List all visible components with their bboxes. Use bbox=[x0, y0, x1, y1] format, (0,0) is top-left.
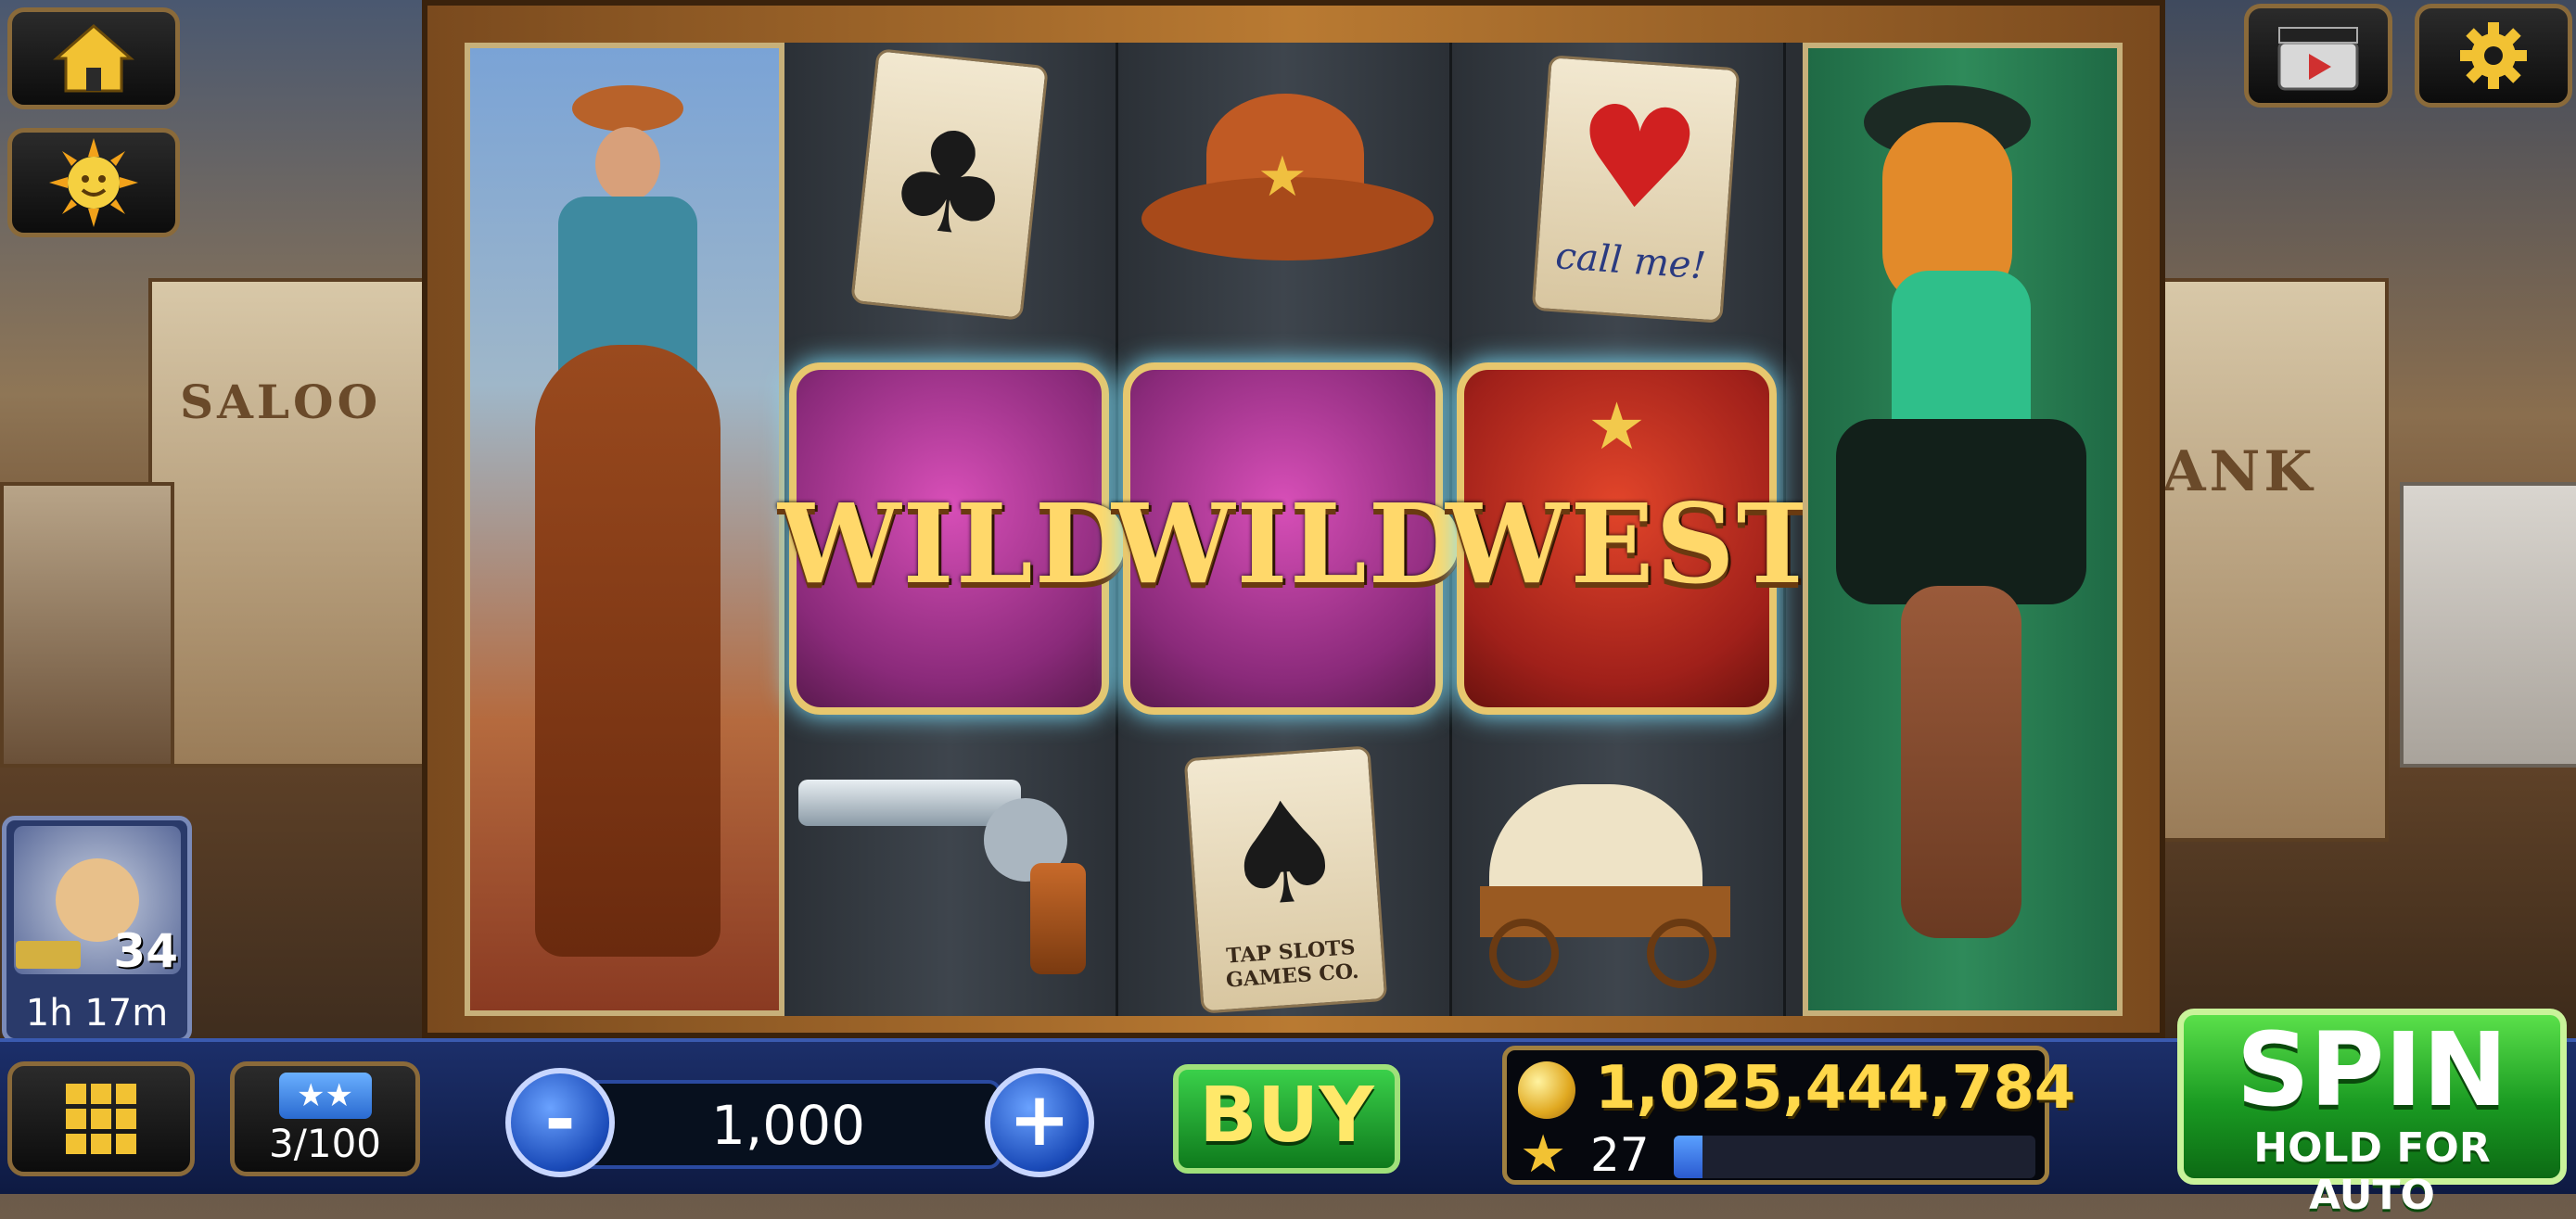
buy-button[interactable]: BUY bbox=[1173, 1064, 1400, 1174]
left-house bbox=[0, 482, 174, 768]
spin-label: SPIN bbox=[2236, 1010, 2508, 1129]
clubs-symbol: ♣ bbox=[879, 97, 1020, 272]
grid-menu-icon bbox=[66, 1084, 136, 1154]
home-icon bbox=[53, 24, 134, 93]
wild-tile: WILD bbox=[778, 362, 1129, 715]
settings-button[interactable] bbox=[2415, 4, 2572, 108]
wagon-wheel bbox=[1647, 919, 1716, 988]
saloon-girl-panel bbox=[1803, 43, 2123, 1016]
star-progress-bar bbox=[1674, 1136, 2035, 1178]
video-clapper-icon bbox=[2277, 27, 2359, 91]
star-icon: ★ bbox=[1520, 1124, 1567, 1185]
bank-building: ANK bbox=[2140, 278, 2389, 842]
clubs-card-icon: ♣ bbox=[850, 48, 1049, 321]
cowboy-hat-icon bbox=[572, 85, 683, 132]
menu-grid-button[interactable] bbox=[7, 1061, 195, 1176]
sheriff-star-icon: ★ bbox=[1257, 145, 1307, 210]
spin-sublabel: HOLD FOR AUTO bbox=[2253, 1124, 2491, 1219]
revolver-grip bbox=[1030, 863, 1086, 974]
west-word: WEST bbox=[1446, 479, 1820, 608]
blue-gem-icon: ★★ bbox=[278, 1072, 372, 1119]
player-avatar-card[interactable]: 34 1h 17m bbox=[2, 816, 192, 1043]
cowboy-panel bbox=[465, 43, 784, 1016]
horse-icon bbox=[535, 345, 721, 957]
west-star-icon: ★ bbox=[1588, 388, 1646, 464]
heart-card-text: call me! bbox=[1554, 235, 1708, 288]
reel-area: ♣ ★ ♠ TAP SLOTS GAMES CO. ♥ call me! WIL… bbox=[465, 43, 2123, 1016]
collection-button[interactable]: ★★ 3/100 bbox=[230, 1061, 420, 1176]
revolver-barrel bbox=[798, 780, 1021, 826]
lady-skirt bbox=[1836, 419, 2086, 604]
wild-word: WILD bbox=[778, 479, 1132, 608]
lady-legs bbox=[1901, 586, 2021, 938]
cowboy-face bbox=[595, 127, 660, 201]
bet-decrease-button[interactable]: - bbox=[505, 1068, 615, 1177]
wild-word: WILD bbox=[1112, 479, 1466, 608]
wagon-icon bbox=[1466, 775, 1772, 997]
saloon-building: SALOO bbox=[148, 278, 434, 768]
right-house bbox=[2400, 482, 2576, 768]
coin-balance: 1,025,444,784 bbox=[1595, 1054, 2076, 1123]
bet-increase-button[interactable]: + bbox=[985, 1068, 1094, 1177]
bet-amount: 1,000 bbox=[575, 1080, 1001, 1169]
wild-tile: WILD bbox=[1112, 362, 1463, 715]
coin-icon bbox=[1518, 1061, 1575, 1119]
star-count: 27 bbox=[1590, 1128, 1650, 1182]
video-bonus-button[interactable] bbox=[2244, 4, 2392, 108]
wagon-wheel bbox=[1489, 919, 1559, 988]
spades-card-icon: ♠ TAP SLOTS GAMES CO. bbox=[1183, 745, 1388, 1014]
lady-corset bbox=[1892, 271, 2031, 438]
background-right: ANK bbox=[2140, 0, 2576, 1038]
card-brand-text: TAP SLOTS GAMES CO. bbox=[1225, 934, 1360, 993]
heart-symbol: ♥ bbox=[1570, 74, 1706, 245]
bonus-timer: 1h 17m bbox=[25, 992, 169, 1035]
sheriff-hat-icon: ★ bbox=[1141, 75, 1434, 298]
spin-button[interactable]: SPIN HOLD FOR AUTO bbox=[2177, 1009, 2567, 1219]
star-progress-fill bbox=[1674, 1136, 1703, 1178]
slot-machine-frame: ♣ ★ ♠ TAP SLOTS GAMES CO. ♥ call me! WIL… bbox=[422, 0, 2165, 1038]
podium-icon bbox=[16, 941, 81, 969]
collection-count: 3/100 bbox=[268, 1120, 382, 1166]
daily-bonus-button[interactable] bbox=[7, 128, 180, 237]
sun-icon bbox=[49, 138, 138, 227]
gear-icon bbox=[2460, 22, 2527, 89]
wagon-cover bbox=[1489, 784, 1702, 895]
hearts-card-icon: ♥ call me! bbox=[1531, 55, 1741, 324]
home-button[interactable] bbox=[7, 7, 180, 109]
bank-sign: ANK bbox=[2162, 439, 2316, 504]
saloon-sign: SALOO bbox=[180, 375, 382, 429]
balance-panel[interactable]: 1,025,444,784 ★ 27 bbox=[1502, 1046, 2075, 1185]
spades-symbol: ♠ bbox=[1216, 769, 1352, 940]
player-level: 34 bbox=[113, 924, 178, 978]
revolver-icon bbox=[798, 743, 1104, 984]
west-tile: ★ WEST bbox=[1446, 362, 1817, 715]
